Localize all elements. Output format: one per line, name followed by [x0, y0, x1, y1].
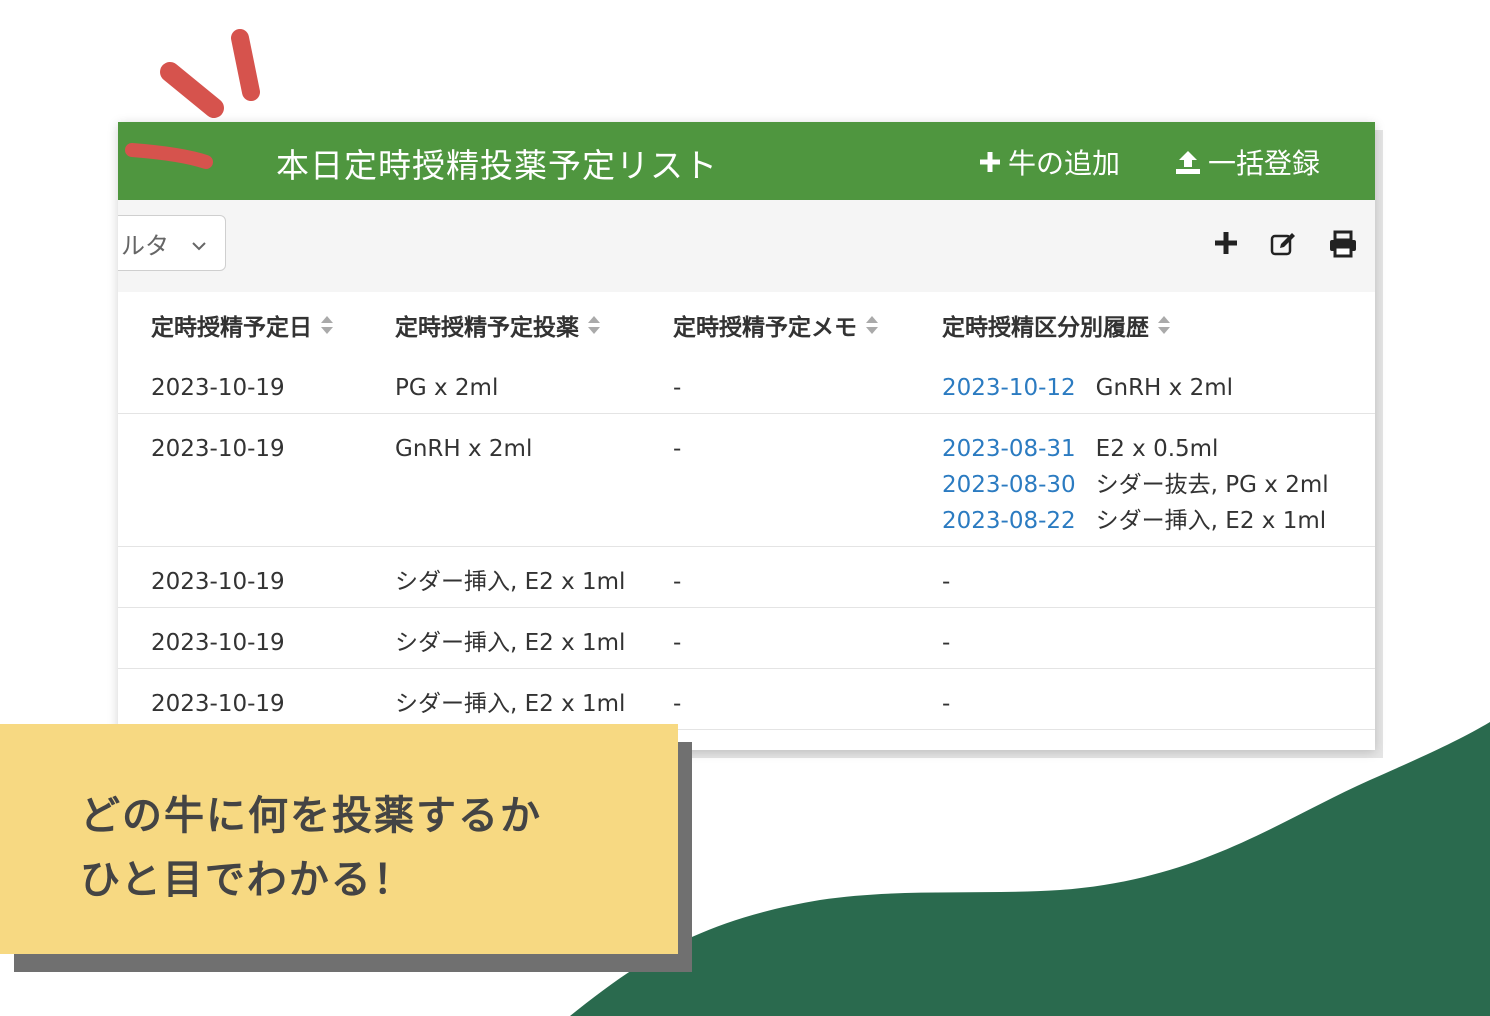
cell-history: -: [942, 691, 951, 717]
history-entry: 2023-08-22 シダー挿入, E2 x 1ml: [942, 503, 1329, 539]
column-header-history[interactable]: 定時授精区分別履歴: [942, 308, 1171, 342]
column-header-label: 定時授精予定日: [151, 315, 312, 341]
cell-medication: PG x 2ml: [395, 375, 499, 401]
schedule-card: 本日定時授精投薬予定リスト 牛の追加 一括登録 ルタ 定時授精予定日 定時授精予…: [118, 122, 1375, 750]
upload-icon: [1174, 148, 1202, 176]
page-title: 本日定時授精投薬予定リスト: [276, 146, 718, 185]
column-header-medication[interactable]: 定時授精予定投薬: [395, 308, 601, 342]
cell-date: 2023-10-19: [151, 630, 285, 656]
callout-line: ひと目でわかる！: [80, 857, 415, 903]
card-header: 本日定時授精投薬予定リスト 牛の追加 一括登録: [118, 122, 1375, 200]
cell-date: 2023-10-19: [151, 436, 285, 462]
history-date-link[interactable]: 2023-08-30: [942, 472, 1076, 498]
callout-line: どの牛に何を投薬するか: [80, 793, 542, 839]
toolbar: ルタ: [118, 200, 1375, 293]
table-row: 2023-10-19 シダー挿入, E2 x 1ml - -: [118, 547, 1375, 608]
add-cow-label: 牛の追加: [1008, 147, 1121, 180]
table-row: 2023-10-19 PG x 2ml - 2023-10-12 GnRH x 2…: [118, 353, 1375, 414]
cell-memo: -: [673, 375, 682, 401]
table-row: 2023-10-19 シダー挿入, E2 x 1ml - -: [118, 669, 1375, 730]
callout-text: どの牛に何を投薬するか ひと目でわかる！: [80, 784, 542, 912]
history-entry: 2023-08-31 E2 x 0.5ml: [942, 431, 1329, 467]
cell-memo: -: [673, 436, 682, 462]
table-row: 2023-10-19 シダー挿入, E2 x 1ml - -: [118, 608, 1375, 669]
bulk-register-button[interactable]: 一括登録: [1174, 142, 1320, 182]
history-date-link[interactable]: 2023-08-31: [942, 436, 1076, 462]
cell-history: -: [942, 630, 951, 656]
column-header-label: 定時授精区分別履歴: [942, 315, 1149, 341]
cell-memo: -: [673, 569, 682, 595]
red-brush-decoration: [125, 143, 213, 169]
history-text: シダー抜去, PG x 2ml: [1095, 472, 1329, 498]
filter-select[interactable]: ルタ: [118, 215, 226, 271]
cell-history: 2023-10-12 GnRH x 2ml: [942, 370, 1233, 406]
sort-icon: [865, 315, 879, 335]
cell-memo: -: [673, 691, 682, 717]
column-header-memo[interactable]: 定時授精予定メモ: [673, 308, 879, 342]
plus-icon: [978, 150, 1002, 174]
history-text: GnRH x 2ml: [1095, 375, 1234, 401]
history-text: E2 x 0.5ml: [1095, 436, 1219, 462]
cell-medication: シダー挿入, E2 x 1ml: [395, 569, 626, 595]
cell-date: 2023-10-19: [151, 691, 285, 717]
sort-icon: [320, 315, 334, 335]
history-entry: 2023-08-30 シダー抜去, PG x 2ml: [942, 467, 1329, 503]
column-header-date[interactable]: 定時授精予定日: [151, 308, 334, 342]
history-text: シダー挿入, E2 x 1ml: [1095, 508, 1327, 534]
table-header: 定時授精予定日 定時授精予定投薬 定時授精予定メモ 定時授精区分別履歴: [118, 292, 1375, 354]
callout-box: どの牛に何を投薬するか ひと目でわかる！: [0, 724, 678, 954]
cell-medication: GnRH x 2ml: [395, 436, 533, 462]
cell-history: -: [942, 569, 951, 595]
cell-medication: シダー挿入, E2 x 1ml: [395, 691, 626, 717]
history-date-link[interactable]: 2023-10-12: [942, 375, 1076, 401]
table-row: 2023-10-19 GnRH x 2ml - 2023-08-31 E2 x 0…: [118, 414, 1375, 547]
cell-date: 2023-10-19: [151, 375, 285, 401]
history-date-link[interactable]: 2023-08-22: [942, 508, 1076, 534]
sort-icon: [587, 315, 601, 335]
cell-history: 2023-08-31 E2 x 0.5ml 2023-08-30 シダー抜去, PG…: [942, 431, 1329, 539]
plus-icon[interactable]: [1213, 230, 1239, 260]
cell-medication: シダー挿入, E2 x 1ml: [395, 630, 626, 656]
cell-date: 2023-10-19: [151, 569, 285, 595]
bulk-register-label: 一括登録: [1208, 147, 1321, 180]
filter-label: ルタ: [121, 231, 169, 260]
print-icon[interactable]: [1328, 230, 1358, 262]
add-cow-button[interactable]: 牛の追加: [978, 142, 1120, 182]
history-entry: 2023-10-12 GnRH x 2ml: [942, 370, 1233, 406]
sort-icon: [1157, 315, 1171, 335]
cell-memo: -: [673, 630, 682, 656]
chevron-down-icon: [189, 234, 209, 262]
edit-icon[interactable]: [1270, 230, 1298, 262]
column-header-label: 定時授精予定メモ: [673, 315, 857, 341]
column-header-label: 定時授精予定投薬: [395, 315, 579, 341]
